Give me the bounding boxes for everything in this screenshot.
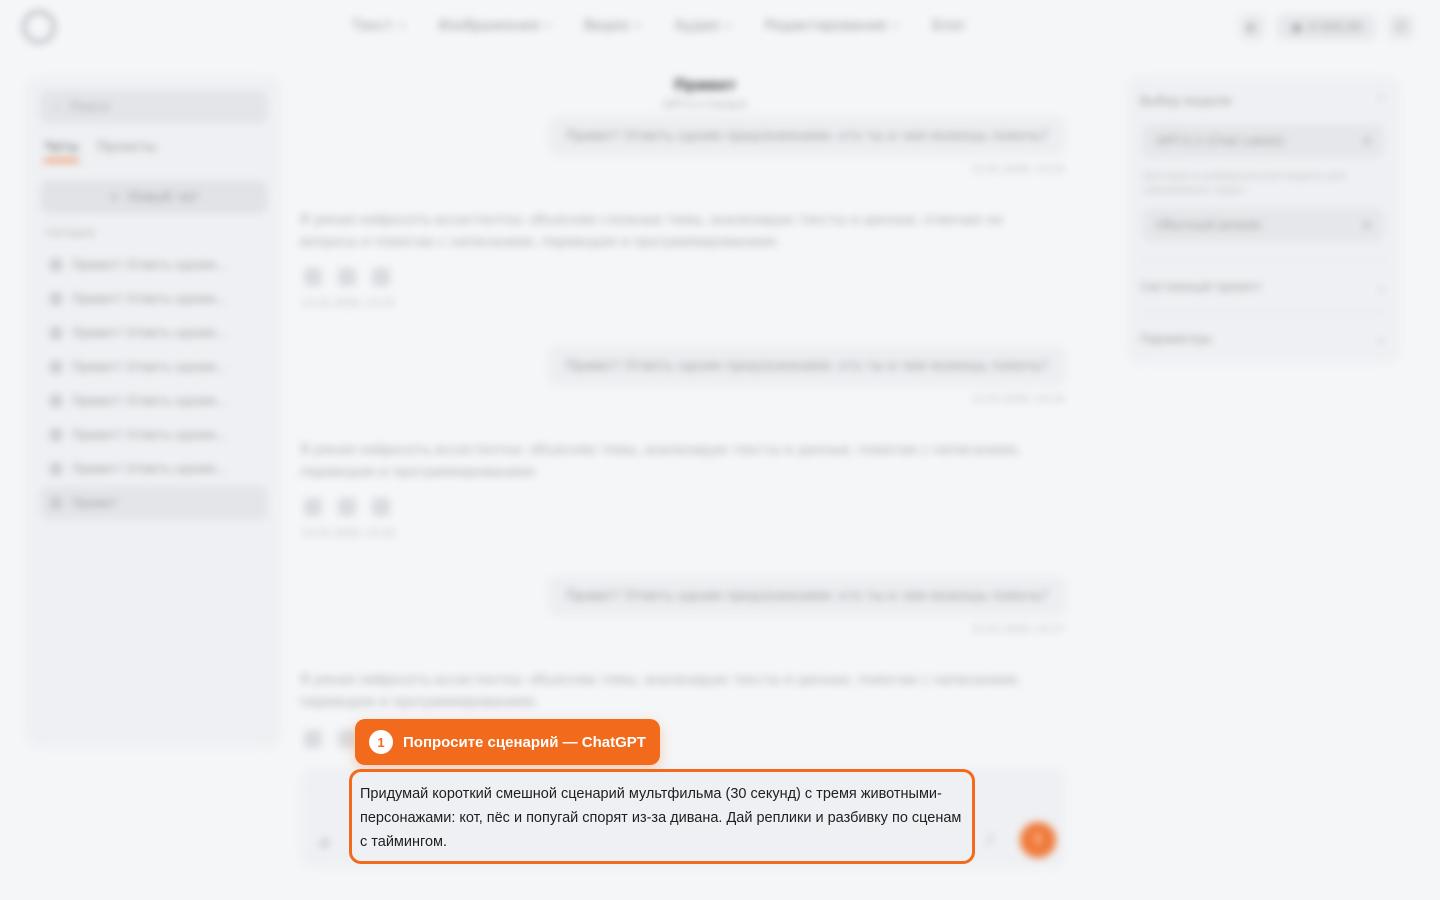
wallet-icon: ▣	[1291, 20, 1303, 34]
nav-item-images[interactable]: Изображения ▾	[439, 18, 551, 34]
arrow-up-icon: ↑	[1031, 830, 1045, 850]
chat-icon	[50, 327, 62, 339]
model-select[interactable]: GPT-5.2 (Chat Latest) ▾	[1142, 124, 1384, 158]
history-section-label: Сегодня	[46, 226, 95, 239]
balance-button[interactable]: ▣ 0 000,00	[1277, 14, 1376, 40]
model-description: Быстрая и универсальная модель для ежедн…	[1144, 171, 1347, 196]
message-actions	[304, 730, 356, 748]
user-message: Привет! Ответь одним предложением: кто т…	[548, 346, 1066, 386]
message-time: 12.01.2026, 14:15	[971, 164, 1064, 175]
message-time: 12.01.2026, 14:16	[971, 394, 1064, 405]
message-time: 12.01.2026, 14:17	[971, 624, 1064, 635]
history-item[interactable]: Привет! Ответь одним...	[40, 452, 268, 486]
step-number-badge: 1	[369, 730, 393, 754]
left-sidebar: ⌕ Поиск Чаты Проекты + Новый чат Сегодня П…	[26, 76, 282, 748]
chevron-down-icon: ⌄	[1375, 280, 1386, 294]
chevron-down-icon: ▾	[1363, 218, 1370, 232]
user-message: Привет! Ответь одним предложением: кто т…	[548, 116, 1066, 156]
history-item[interactable]: Привет! Ответь одним...	[40, 316, 268, 350]
plus-icon: +	[108, 189, 120, 205]
tab-chats[interactable]: Чаты	[44, 140, 79, 162]
model-section-header[interactable]: Выбор модели ⌃	[1140, 94, 1386, 108]
attach-icon[interactable]: ⌀	[320, 832, 330, 851]
chat-icon	[50, 395, 62, 407]
model-settings-panel: Выбор модели ⌃ GPT-5.2 (Chat Latest) ▾ Быс…	[1126, 76, 1400, 364]
copy-icon[interactable]	[304, 498, 322, 516]
history-item[interactable]: Привет! Ответь одним...	[40, 350, 268, 384]
send-button[interactable]: ↑	[1020, 822, 1056, 858]
assistant-message: Я умная нейросеть-ассистентка: объясняю …	[300, 213, 1003, 250]
chevron-down-icon: ▾	[893, 20, 899, 32]
share-icon[interactable]	[372, 268, 390, 286]
main-nav: Текст ▾ Изображения ▾ Видео ▾ Аудио ▾ Редакт…	[352, 18, 967, 34]
share-icon[interactable]	[372, 498, 390, 516]
chat-icon	[50, 429, 62, 441]
nav-item-blog[interactable]: Блог	[932, 18, 966, 34]
chat-history-list: Привет! Ответь одним... Привет! Ответь о…	[40, 248, 268, 520]
microphone-icon[interactable]: ♪	[986, 832, 995, 848]
assistant-message: Я умная нейросеть-ассистентка: объясняю …	[300, 673, 1021, 710]
tooltip-text: Попросите сценарий — ChatGPT	[403, 733, 646, 751]
chat-icon	[50, 361, 62, 373]
prompt-input[interactable]: Придумай короткий смешной сценарий мульт…	[349, 769, 975, 864]
chat-icon	[50, 497, 62, 509]
copy-icon[interactable]	[304, 268, 322, 286]
nav-item-text[interactable]: Текст ▾	[352, 18, 405, 34]
chat-icon	[50, 293, 62, 305]
logo-icon[interactable]	[22, 10, 56, 44]
divider	[1140, 312, 1386, 313]
chevron-down-icon: ⌄	[1375, 332, 1386, 346]
top-bar: Текст ▾ Изображения ▾ Видео ▾ Аудио ▾ Редакт…	[0, 0, 1440, 58]
history-item-active[interactable]: Привет	[40, 486, 268, 520]
chevron-down-icon: ▾	[1363, 134, 1370, 148]
onboarding-tooltip: 1 Попросите сценарий — ChatGPT	[355, 719, 660, 765]
chevron-down-icon: ▾	[635, 20, 641, 32]
copy-icon[interactable]	[304, 730, 322, 748]
refresh-icon[interactable]	[338, 730, 356, 748]
system-prompt-header[interactable]: Системный промпт ⌄	[1140, 280, 1386, 294]
assistant-message: Я умная нейросеть-ассистентка: объясняю …	[300, 443, 1021, 480]
nav-item-editing[interactable]: Редактирование ▾	[765, 18, 898, 34]
message-actions	[304, 268, 390, 286]
message-actions	[304, 498, 390, 516]
chat-icon	[50, 463, 62, 475]
history-item[interactable]: Привет! Ответь одним...	[40, 282, 268, 316]
chevron-down-icon: ▾	[399, 20, 405, 32]
nav-item-video[interactable]: Видео ▾	[584, 18, 641, 34]
profile-icon[interactable]: ☺	[1388, 14, 1414, 40]
tab-projects[interactable]: Проекты	[97, 140, 157, 162]
history-item[interactable]: Привет! Ответь одним...	[40, 384, 268, 418]
refresh-icon[interactable]	[338, 498, 356, 516]
chevron-up-icon: ⌃	[1375, 94, 1386, 108]
chevron-down-icon: ▾	[725, 20, 731, 32]
history-item[interactable]: Привет! Ответь одним...	[40, 248, 268, 282]
parameters-header[interactable]: Параметры ⌄	[1140, 332, 1386, 346]
chevron-down-icon: ▾	[545, 20, 551, 32]
new-chat-button[interactable]: + Новый чат	[40, 180, 268, 214]
theme-toggle-icon[interactable]: ◐	[1239, 14, 1266, 40]
refresh-icon[interactable]	[338, 268, 356, 286]
blurred-background: Текст ▾ Изображения ▾ Видео ▾ Аудио ▾ Редакт…	[0, 0, 1440, 900]
header-actions: ◐ ▣ 0 000,00 ☺	[1239, 14, 1414, 40]
sidebar-tabs: Чаты Проекты	[44, 140, 156, 162]
message-time: 12.01.2026, 14:16	[302, 528, 395, 539]
nav-item-audio[interactable]: Аудио ▾	[675, 18, 731, 34]
history-item[interactable]: Привет! Ответь одним...	[40, 418, 268, 452]
divider	[1140, 260, 1386, 261]
message-time: 12.01.2026, 14:15	[302, 298, 395, 309]
chat-icon	[50, 259, 62, 271]
user-message: Привет! Ответь одним предложением: кто т…	[548, 576, 1066, 616]
mode-select[interactable]: Обычный режим ▾	[1142, 208, 1384, 242]
